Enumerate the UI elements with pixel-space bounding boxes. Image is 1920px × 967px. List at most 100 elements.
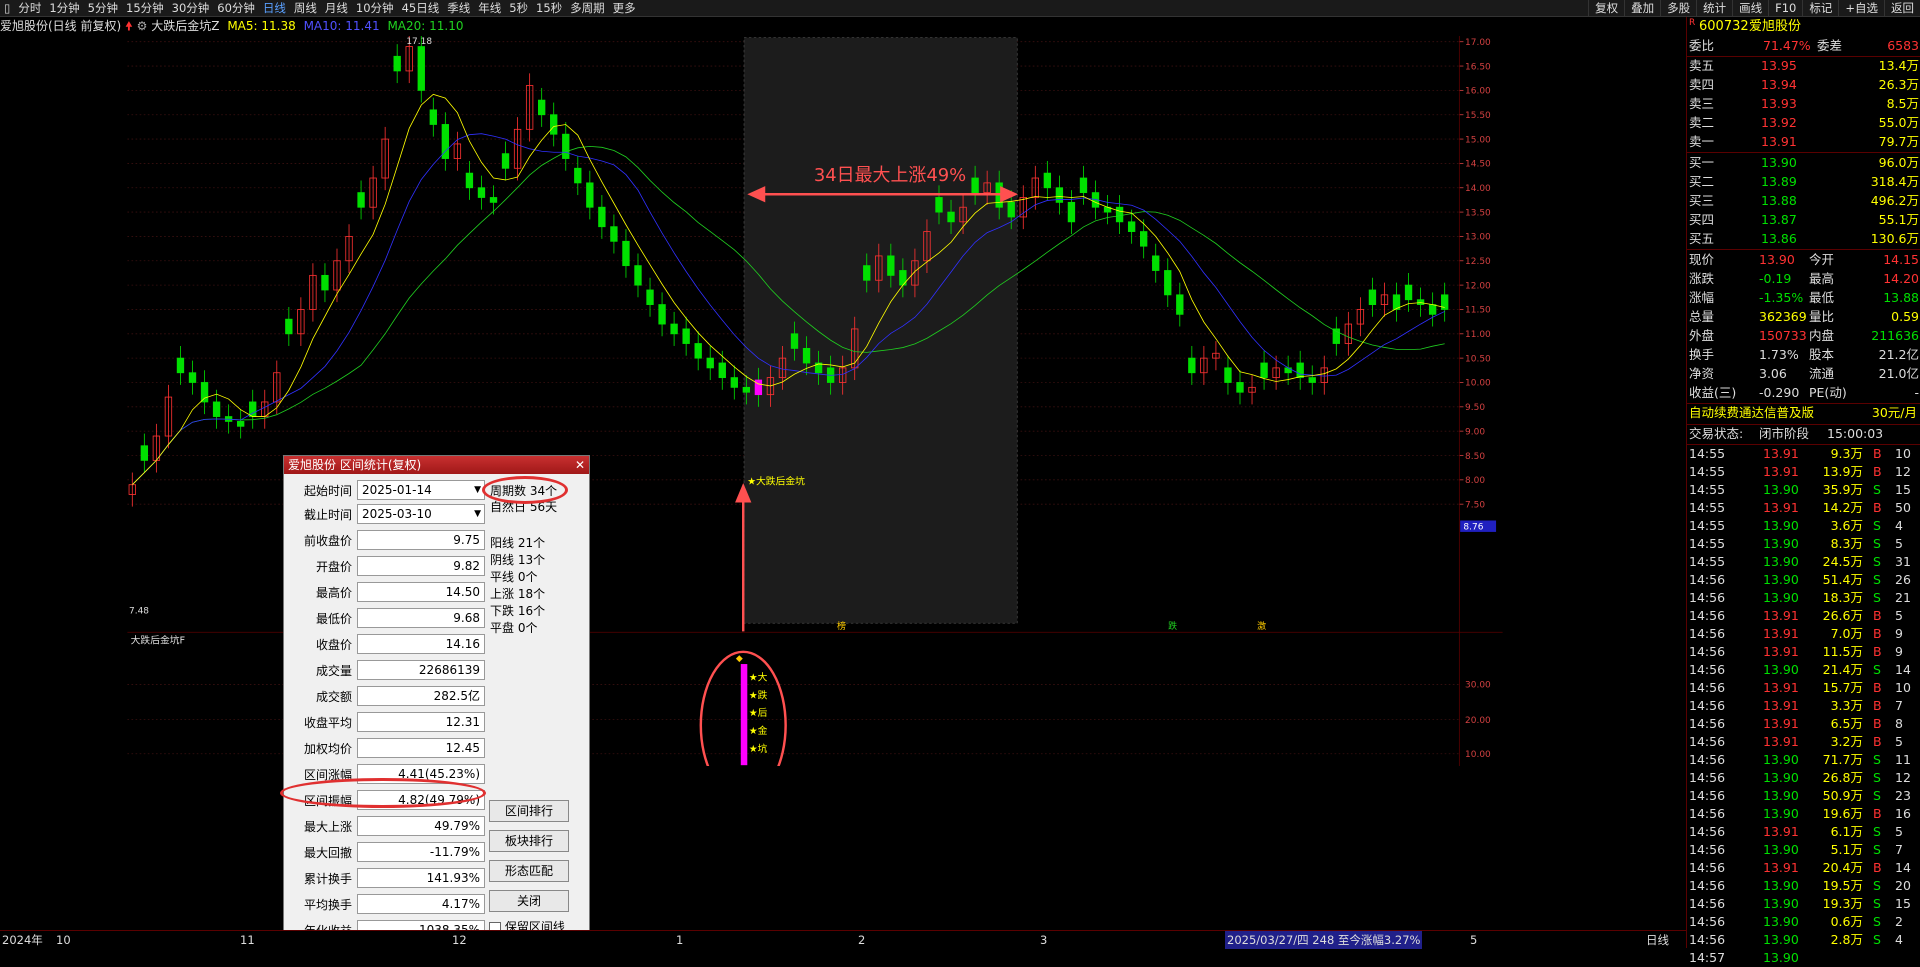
toolbar-btn-1[interactable]: 叠加 xyxy=(1624,0,1660,16)
toolbar-btn-7[interactable]: +自选 xyxy=(1838,0,1884,16)
candle xyxy=(176,357,185,374)
date-jan: 1 xyxy=(676,933,684,947)
tick-row: 14:56 13.91 3.3万 B 7 xyxy=(1689,698,1903,713)
candle xyxy=(550,114,558,135)
tick-row: 14:56 13.91 11.5万 B 9 xyxy=(1689,644,1903,659)
period-tab-15[interactable]: 多周期 xyxy=(566,0,609,16)
date-may: 5 xyxy=(1470,933,1478,947)
stat-label: 成交量 xyxy=(315,664,352,678)
stat-label: 开盘价 xyxy=(315,560,352,574)
period-tab-10[interactable]: 45日线 xyxy=(398,0,444,16)
marker-bang: 榜 xyxy=(837,620,846,632)
stat-value: 141.93% xyxy=(357,868,485,888)
price-tick: 9.50 xyxy=(1465,403,1485,413)
period-tab-14[interactable]: 15秒 xyxy=(532,0,566,16)
stat-value: 12.31 xyxy=(357,712,485,732)
quote-stat-row: 现价 13.90 今开 14.15 xyxy=(1689,252,1919,267)
range-stats-dialog: 爱旭股份 区间统计(复权) ✕ 起始时间 2025-01-14 ▼ 截止时间 20… xyxy=(280,455,590,941)
period-tab-8[interactable]: 月线 xyxy=(321,0,352,16)
start-time-input[interactable]: 2025-01-14 ▼ xyxy=(357,480,485,500)
lower-indicator-title: 大跌后金坑F xyxy=(131,634,186,647)
toolbar-btn-3[interactable]: 统计 xyxy=(1696,0,1732,16)
price-tick: 15.00 xyxy=(1465,135,1491,145)
period-tab-9[interactable]: 10分钟 xyxy=(352,0,398,16)
price-tick: 9.00 xyxy=(1465,427,1485,437)
quote-panel: R 600732 爱旭股份 委比 71.47% 委差 6583 卖五 13.95 13.4万… xyxy=(1686,17,1920,965)
signal-label: ★大跌后金坑 xyxy=(747,475,805,488)
end-time-input[interactable]: 2025-03-10 ▼ xyxy=(357,504,485,524)
chart-header: 爱旭股份(日线 前复权) 🠝 ⚙ 大跌后金坑Z MA5: 11.38 MA10:… xyxy=(0,17,1630,35)
quote-stat-row: 换手 1.73% 股本 21.2亿 xyxy=(1689,347,1919,362)
period-tab-11[interactable]: 季线 xyxy=(443,0,474,16)
candle xyxy=(1007,201,1015,218)
low-label: 7.48 xyxy=(129,606,149,616)
period-tab-0[interactable]: 分时 xyxy=(14,0,45,16)
stat-value: 22686139 xyxy=(357,660,485,680)
arrow-up-icon: 🠝 xyxy=(125,19,133,33)
tick-row: 14:55 13.90 35.9万 S 15 xyxy=(1689,482,1911,497)
period-tab-3[interactable]: 15分钟 xyxy=(122,0,168,16)
period-tab-4[interactable]: 30分钟 xyxy=(168,0,214,16)
candle xyxy=(393,55,401,72)
tick-row: 14:55 13.90 3.6万 S 4 xyxy=(1689,518,1903,533)
tick-row: 14:56 13.90 50.9万 S 23 xyxy=(1689,788,1911,803)
period-toolbar: ▯ 分时 1分钟 5分钟 15分钟 30分钟 60分钟 日线 周线 月线 10分钟 45日线 季线 年线… xyxy=(0,0,1920,17)
toolbar-btn-0[interactable]: 复权 xyxy=(1588,0,1624,16)
quote-stat-row: 净资 3.06 流通 21.0亿 xyxy=(1689,366,1919,381)
ask-row: 卖一 13.91 79.7万 xyxy=(1689,134,1919,149)
period-tab-2[interactable]: 5分钟 xyxy=(84,0,122,16)
price-tick: 12.50 xyxy=(1465,257,1491,267)
period-tab-16[interactable]: 更多 xyxy=(609,0,640,16)
tick-row: 14:55 13.90 8.3万 S 5 xyxy=(1689,536,1903,551)
ma20-label: MA20: 11.10 xyxy=(387,19,464,33)
price-tick: 11.00 xyxy=(1465,330,1491,340)
bid-row: 买五 13.86 130.6万 xyxy=(1689,231,1919,246)
stat-value: 49.79% xyxy=(357,816,485,836)
candle xyxy=(1368,289,1377,305)
period-tab-6[interactable]: 日线 xyxy=(259,0,290,16)
ad-row[interactable]: 自动续费通达信普及版 30元/月 xyxy=(1687,404,1920,422)
toolbar-btn-5[interactable]: F10 xyxy=(1768,0,1802,16)
tick-row: 14:55 13.90 24.5万 S 31 xyxy=(1689,554,1911,569)
candle xyxy=(1404,284,1413,301)
candle xyxy=(1079,177,1088,194)
tick-row: 14:56 13.91 6.5万 B 8 xyxy=(1689,716,1903,731)
close-icon[interactable]: ✕ xyxy=(575,456,585,474)
gear-icon[interactable]: ⚙ xyxy=(137,19,148,33)
menu-icon[interactable]: ▯ xyxy=(0,0,14,16)
lower-signal-bar xyxy=(740,664,748,766)
quote-stat-row: 涨幅 -1.35% 最低 13.88 xyxy=(1689,290,1919,305)
period-tab-7[interactable]: 周线 xyxy=(290,0,321,16)
period-tab-13[interactable]: 5秒 xyxy=(505,0,532,16)
candle xyxy=(622,240,630,267)
chevron-down-icon: ▼ xyxy=(474,485,481,495)
tick-row: 14:55 13.91 9.3万 B 10 xyxy=(1689,446,1911,461)
kline-chart[interactable]: 34日最大上涨49% ★大跌后金坑 17.18 7.48 17.00 16.50 1… xyxy=(0,36,1630,766)
date-feb: 2 xyxy=(858,933,866,947)
candle xyxy=(790,333,799,349)
candle xyxy=(212,401,221,417)
period-tab-1[interactable]: 1分钟 xyxy=(45,0,83,16)
lower-tick: 20.00 xyxy=(1465,716,1491,726)
candle xyxy=(1127,221,1136,232)
stat-value: 14.50 xyxy=(357,582,485,602)
toolbar-btn-8[interactable]: 返回 xyxy=(1884,0,1920,16)
quote-stat-row: 涨跌 -0.19 最高 14.20 xyxy=(1689,271,1919,286)
candle xyxy=(417,46,425,91)
marker-die: 跌 xyxy=(1168,621,1177,632)
bid-row: 买二 13.89 318.4万 xyxy=(1689,174,1919,189)
dialog-title-bar: 爱旭股份 区间统计(复权) ✕ xyxy=(284,456,589,474)
toolbar-btn-4[interactable]: 画线 xyxy=(1732,0,1768,16)
dialog-button-2[interactable]: 形态匹配 xyxy=(489,860,569,882)
candle xyxy=(718,362,726,379)
toolbar-btn-6[interactable]: 标记 xyxy=(1802,0,1838,16)
candle xyxy=(236,421,245,427)
quote-stat-row: 收益(三) -0.290 PE(动) - xyxy=(1689,385,1919,400)
dialog-button-3[interactable]: 关闭 xyxy=(489,890,569,912)
current-price-text: 8.76 xyxy=(1463,522,1483,532)
period-tab-5[interactable]: 60分钟 xyxy=(213,0,259,16)
candle xyxy=(1416,299,1425,305)
dialog-button-1[interactable]: 板块排行 xyxy=(489,830,569,852)
dialog-button-0[interactable]: 区间排行 xyxy=(489,800,569,822)
period-tab-12[interactable]: 年线 xyxy=(474,0,505,16)
